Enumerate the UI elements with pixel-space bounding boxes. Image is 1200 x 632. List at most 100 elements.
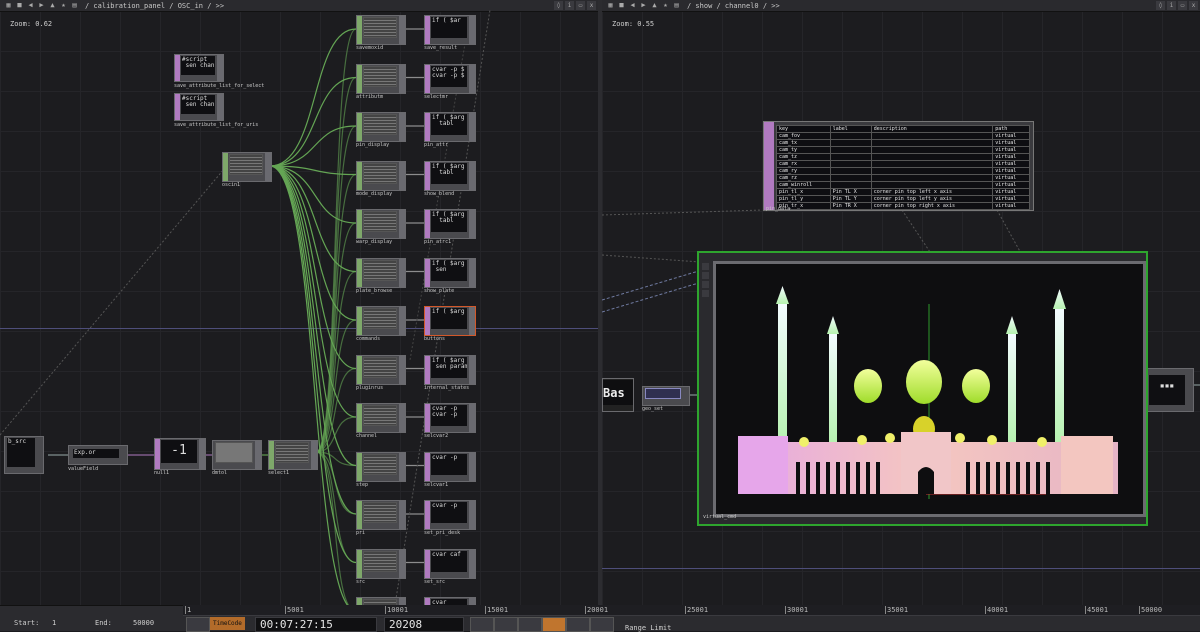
dmtol-node[interactable] xyxy=(212,440,262,470)
end-value[interactable]: 50000 xyxy=(133,619,154,627)
node-label: pluginrus xyxy=(356,384,384,391)
table-row[interactable]: cam_winroll virtual xyxy=(776,181,1030,189)
oscin-node[interactable] xyxy=(222,152,272,182)
viewer-icon[interactable] xyxy=(702,281,709,288)
chop-node[interactable] xyxy=(356,597,406,605)
range-limit-label[interactable]: Range Limit xyxy=(625,624,671,632)
timeline-tick: 30001 xyxy=(784,606,809,614)
table-cell xyxy=(829,160,872,168)
timeline-tick: 35001 xyxy=(884,606,909,614)
chop-node[interactable] xyxy=(356,306,406,336)
chop-node[interactable] xyxy=(356,548,406,579)
start-value[interactable]: 1 xyxy=(52,619,56,627)
dat-node[interactable]: cvar caf xyxy=(424,548,476,579)
timecode-label[interactable]: TimeCode xyxy=(210,617,245,630)
node-label: savemoxid xyxy=(356,45,384,51)
dat-node[interactable]: cvar -p xyxy=(424,451,476,482)
node-label: plate_browse xyxy=(356,287,393,294)
dat-node[interactable]: cvar -p cvar -p xyxy=(424,403,476,433)
timeline-ruler[interactable]: 1 5001 10001 15001 20001 25001 30001 35001 40001… xyxy=(183,605,1200,616)
node-label: oscin1 xyxy=(222,182,241,188)
table-cell xyxy=(870,174,994,182)
node-label: channel xyxy=(356,433,378,439)
value-field-node[interactable]: Exp.or xyxy=(68,445,128,465)
chop-node[interactable] xyxy=(356,63,406,94)
chop-node[interactable] xyxy=(356,500,406,530)
dat-node[interactable]: if ( $arg tabl xyxy=(424,112,476,142)
table-cell: Pin TR X xyxy=(829,202,872,210)
dat-node[interactable]: if ( $arg tabl xyxy=(424,160,476,191)
chop-node[interactable] xyxy=(356,451,406,482)
dat-node[interactable]: cvar xyxy=(424,597,476,605)
node-label: selcvar2 xyxy=(424,433,449,439)
chop-node[interactable] xyxy=(356,209,406,239)
dat-node-text: cvar -p cvar -p xyxy=(431,405,467,426)
table-row[interactable]: cam_fov virtual xyxy=(776,132,1030,140)
chop-node[interactable] xyxy=(356,257,406,288)
table-row[interactable]: cam_ry virtual xyxy=(776,167,1030,175)
select-node[interactable] xyxy=(268,440,318,470)
chop-node[interactable] xyxy=(356,112,406,142)
node-label: step xyxy=(356,481,369,488)
dat-node[interactable]: if ( $arg xyxy=(424,306,476,336)
dat-node[interactable]: if ( $ar xyxy=(424,15,476,45)
node-label: set_src xyxy=(424,578,446,585)
viewer-icon[interactable] xyxy=(702,272,709,279)
dat-node[interactable]: cvar -p xyxy=(424,500,476,530)
node-label: pin_display xyxy=(356,142,390,148)
dat-node[interactable]: if ( $arg tabl xyxy=(424,209,476,239)
timeline-tick: 20001 xyxy=(584,606,609,614)
node-label: pin_data xyxy=(766,206,791,212)
table-row[interactable]: pin_tl_y Pin TL Ycorner pin top left y ax… xyxy=(776,195,1030,203)
chop-node[interactable] xyxy=(356,160,406,191)
src-node[interactable]: b_src xyxy=(4,436,44,474)
viewer-icon[interactable] xyxy=(702,263,709,270)
table-row[interactable]: pin_tl_x Pin TL Xcorner pin top left x ax… xyxy=(776,188,1030,196)
script-node[interactable]: #script sen chan xyxy=(174,93,224,121)
dat-node[interactable]: if ( $arg sen xyxy=(424,257,476,288)
viewer-icon[interactable] xyxy=(702,290,709,297)
node-label: attributm xyxy=(356,93,384,100)
table-cell: virtual xyxy=(992,146,1030,154)
table-cell xyxy=(870,132,994,140)
table-cell: cam_fov xyxy=(776,132,831,140)
table-row[interactable]: cam_ty virtual xyxy=(776,146,1030,154)
chop-node[interactable] xyxy=(356,15,406,45)
table-row[interactable]: cam_tz virtual xyxy=(776,153,1030,161)
dat-node-text: if ( $arg tabl xyxy=(431,211,467,232)
end-label: End: xyxy=(95,619,112,627)
table-row[interactable]: cam_rx virtual xyxy=(776,160,1030,168)
table-cell: virtual xyxy=(992,160,1030,168)
pin-data-table[interactable]: key label description path cam_fov virtual cam… xyxy=(763,121,1034,212)
table-row[interactable]: cam_tx virtual xyxy=(776,139,1030,147)
chop-node[interactable] xyxy=(356,403,406,433)
table-row[interactable]: pin_tr_x Pin TR Xcorner pin top right x a… xyxy=(776,202,1030,210)
table-cell: virtual xyxy=(992,132,1030,140)
node-label: valueField xyxy=(68,466,99,472)
dat-node-text: if ( $arg sen xyxy=(431,259,467,281)
table-cell xyxy=(829,146,872,154)
node-label: dmtol xyxy=(212,470,228,476)
viewer-node[interactable]: virtual_cmd xyxy=(697,251,1148,526)
table-cell: corner pin top right x axis xyxy=(870,202,994,210)
timeline-tick: 45001 xyxy=(1084,606,1109,614)
bas-node[interactable]: Bas xyxy=(602,378,634,412)
chop-node[interactable] xyxy=(356,354,406,385)
geo-set-node[interactable] xyxy=(642,386,690,406)
table-cell: cam_ty xyxy=(776,146,831,154)
viewer-toolbar xyxy=(702,263,710,303)
network-editor-left[interactable]: ▦ ■ ◀ ▶ ▲ ★ ▤ / calibration_panel / OSC_… xyxy=(0,0,598,605)
viewer-display[interactable] xyxy=(713,261,1146,517)
dat-node[interactable]: cvar -p $ cvar -p $ xyxy=(424,63,476,94)
dat-node[interactable]: if ( $arg sen param xyxy=(424,354,476,385)
table-cell xyxy=(870,167,994,175)
null-node[interactable]: -1 xyxy=(154,438,206,470)
table-cell xyxy=(829,153,872,161)
table-row[interactable]: cam_rz virtual xyxy=(776,174,1030,182)
table-cell xyxy=(870,153,994,161)
node-label: src xyxy=(356,578,366,585)
table-cell: cam_rx xyxy=(776,160,831,168)
script-node[interactable]: #script sen chan xyxy=(174,54,224,82)
timeline-tick: 40001 xyxy=(984,606,1009,614)
table-cell: pin_tl_y xyxy=(776,195,831,203)
